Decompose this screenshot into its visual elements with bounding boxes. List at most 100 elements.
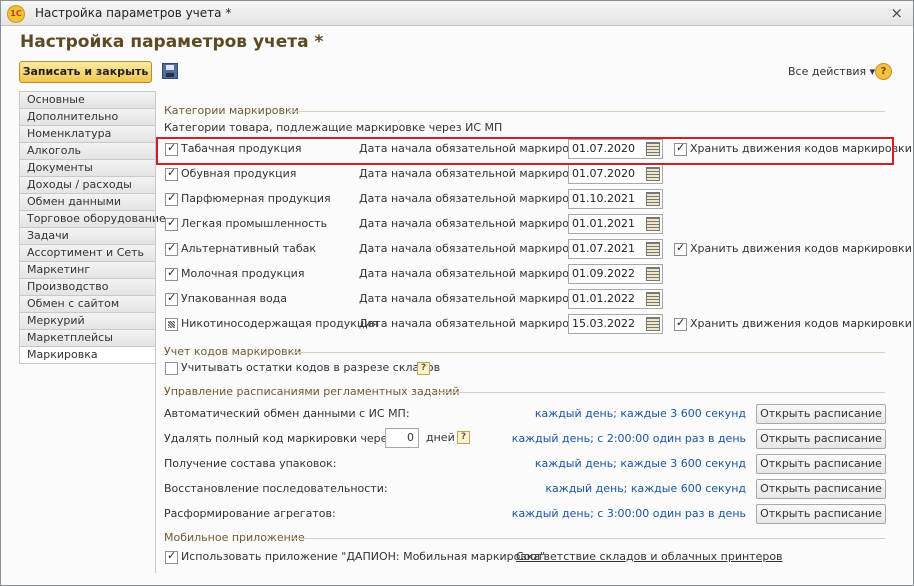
help-icon[interactable]: ? xyxy=(457,431,470,444)
sidebar-item[interactable]: Обмен с сайтом xyxy=(19,295,156,312)
highlight-box xyxy=(156,137,894,165)
date-input[interactable]: 01.07.2021 xyxy=(568,239,663,259)
sidebar-item[interactable]: Документы xyxy=(19,159,156,176)
category-label: Никотиносодержащая продукция xyxy=(181,317,379,330)
help-icon[interactable]: ? xyxy=(875,63,892,80)
category-label: Легкая промышленность xyxy=(181,217,328,230)
save-icon[interactable] xyxy=(162,63,178,79)
sidebar-item[interactable]: Торговое оборудование xyxy=(19,210,166,227)
open-schedule-button[interactable]: Открыть расписание xyxy=(756,504,886,524)
sidebar-item[interactable]: Производство xyxy=(19,278,156,295)
form-title: Настройка параметров учета * xyxy=(20,32,324,52)
group-title-schedules: Управление расписаниями регламентных зад… xyxy=(164,385,460,398)
date-start-label: Дата начала обязательной маркировки: xyxy=(359,267,593,280)
date-value: 01.07.2020 xyxy=(572,167,635,180)
sidebar-item[interactable]: Основные xyxy=(19,91,156,108)
category-checkbox[interactable] xyxy=(165,318,178,331)
group-title-categories: Категории маркировки xyxy=(164,104,299,117)
delete-days-input[interactable]: 0 xyxy=(385,428,419,448)
days-unit: дней xyxy=(426,431,455,444)
date-input[interactable]: 01.01.2022 xyxy=(568,289,663,309)
category-checkbox[interactable] xyxy=(165,166,178,181)
sidebar-item[interactable]: Маркетинг xyxy=(19,261,156,278)
date-value: 01.09.2022 xyxy=(572,267,635,280)
category-checkbox[interactable] xyxy=(165,216,178,231)
category-label: Упакованная вода xyxy=(181,292,288,305)
date-value: 01.10.2021 xyxy=(572,192,635,205)
category-checkbox[interactable] xyxy=(165,291,178,306)
sidebar-item[interactable]: Номенклатура xyxy=(19,125,156,142)
category-checkbox[interactable] xyxy=(165,191,178,206)
schedule-link[interactable]: каждый день; с 3:00:00 один раз в день xyxy=(512,507,746,520)
codes-by-warehouse-checkbox[interactable] xyxy=(165,362,178,375)
store-codes-label: Хранить движения кодов маркировки xyxy=(690,242,912,255)
settings-window: 1С Настройка параметров учета * × Настро… xyxy=(0,0,914,586)
mobile-app-label: Использовать приложение "ДАПИОН: Мобильн… xyxy=(181,550,546,563)
category-label: Парфюмерная продукция xyxy=(181,192,331,205)
schedule-link[interactable]: каждый день; каждые 3 600 секунд xyxy=(535,457,746,470)
calendar-icon[interactable] xyxy=(646,217,660,231)
help-icon[interactable]: ? xyxy=(417,362,430,375)
delete-days-value: 0 xyxy=(407,431,414,444)
sidebar-item[interactable]: Меркурий xyxy=(19,312,156,329)
open-schedule-button[interactable]: Открыть расписание xyxy=(756,429,886,449)
sidebar-item[interactable]: Маркетплейсы xyxy=(19,329,156,346)
date-input[interactable]: 01.09.2022 xyxy=(568,264,663,284)
store-codes-checkbox[interactable] xyxy=(674,241,687,256)
date-input[interactable]: 01.07.2020 xyxy=(568,164,663,184)
sidebar-item[interactable]: Алкоголь xyxy=(19,142,156,159)
category-label: Альтернативный табак xyxy=(181,242,317,255)
all-actions-menu[interactable]: Все действия ▾ xyxy=(788,65,875,78)
date-value: 01.01.2022 xyxy=(572,292,635,305)
schedule-task-label: Автоматический обмен данными с ИС МП: xyxy=(164,407,410,420)
sidebar-item[interactable]: Дополнительно xyxy=(19,108,156,125)
open-schedule-button[interactable]: Открыть расписание xyxy=(756,454,886,474)
sidebar-item[interactable]: Маркировка xyxy=(19,346,156,363)
sidebar: Основные Дополнительно Номенклатура Алкогол… xyxy=(19,91,166,364)
sidebar-item[interactable]: Задачи xyxy=(19,227,156,244)
mobile-app-checkbox[interactable] xyxy=(165,549,178,564)
categories-link[interactable]: Категории товара, подлежащие маркировке … xyxy=(164,121,502,134)
date-start-label: Дата начала обязательной маркировки: xyxy=(359,192,593,205)
category-label: Молочная продукция xyxy=(181,267,305,280)
open-schedule-button[interactable]: Открыть расписание xyxy=(756,479,886,499)
group-title-codes: Учет кодов маркировки xyxy=(164,345,302,358)
calendar-icon[interactable] xyxy=(646,167,660,181)
calendar-icon[interactable] xyxy=(646,317,660,331)
sidebar-item[interactable]: Ассортимент и Сеть xyxy=(19,244,156,261)
schedule-link[interactable]: каждый день; с 2:00:00 один раз в день xyxy=(512,432,746,445)
sidebar-item[interactable]: Доходы / расходы xyxy=(19,176,156,193)
schedule-link[interactable]: каждый день; каждые 600 секунд xyxy=(545,482,746,495)
calendar-icon[interactable] xyxy=(646,292,660,306)
category-checkbox[interactable] xyxy=(165,241,178,256)
store-codes-checkbox[interactable] xyxy=(674,316,687,331)
calendar-icon[interactable] xyxy=(646,242,660,256)
app-logo-icon: 1С xyxy=(7,5,25,23)
date-input[interactable]: 01.10.2021 xyxy=(568,189,663,209)
calendar-icon[interactable] xyxy=(646,267,660,281)
divider xyxy=(291,352,885,353)
title-bar: 1С Настройка параметров учета * × xyxy=(1,1,913,26)
close-icon[interactable]: × xyxy=(890,4,903,22)
date-input[interactable]: 01.01.2021 xyxy=(568,214,663,234)
divider xyxy=(291,538,885,539)
schedule-task-label: Удалять полный код маркировки через: xyxy=(164,432,397,445)
schedule-task-label: Получение состава упаковок: xyxy=(164,457,337,470)
calendar-icon[interactable] xyxy=(646,192,660,206)
schedule-link[interactable]: каждый день; каждые 3 600 секунд xyxy=(535,407,746,420)
divider xyxy=(287,111,885,112)
group-title-mobile: Мобильное приложение xyxy=(164,531,305,544)
open-schedule-button[interactable]: Открыть расписание xyxy=(756,404,886,424)
date-value: 01.01.2021 xyxy=(572,217,635,230)
store-codes-label: Хранить движения кодов маркировки xyxy=(690,317,912,330)
schedule-task-label: Восстановление последовательности: xyxy=(164,482,388,495)
category-checkbox[interactable] xyxy=(165,266,178,281)
save-and-close-button[interactable]: Записать и закрыть xyxy=(19,61,152,83)
schedule-task-label: Расформирование агрегатов: xyxy=(164,507,336,520)
sidebar-item[interactable]: Обмен данными xyxy=(19,193,156,210)
sidebar-bottom-border xyxy=(19,363,156,364)
divider xyxy=(429,392,885,393)
date-input[interactable]: 15.03.2022 xyxy=(568,314,663,334)
date-start-label: Дата начала обязательной маркировки: xyxy=(359,317,593,330)
warehouse-printers-link[interactable]: Соответствие складов и облачных принтеро… xyxy=(516,550,783,563)
